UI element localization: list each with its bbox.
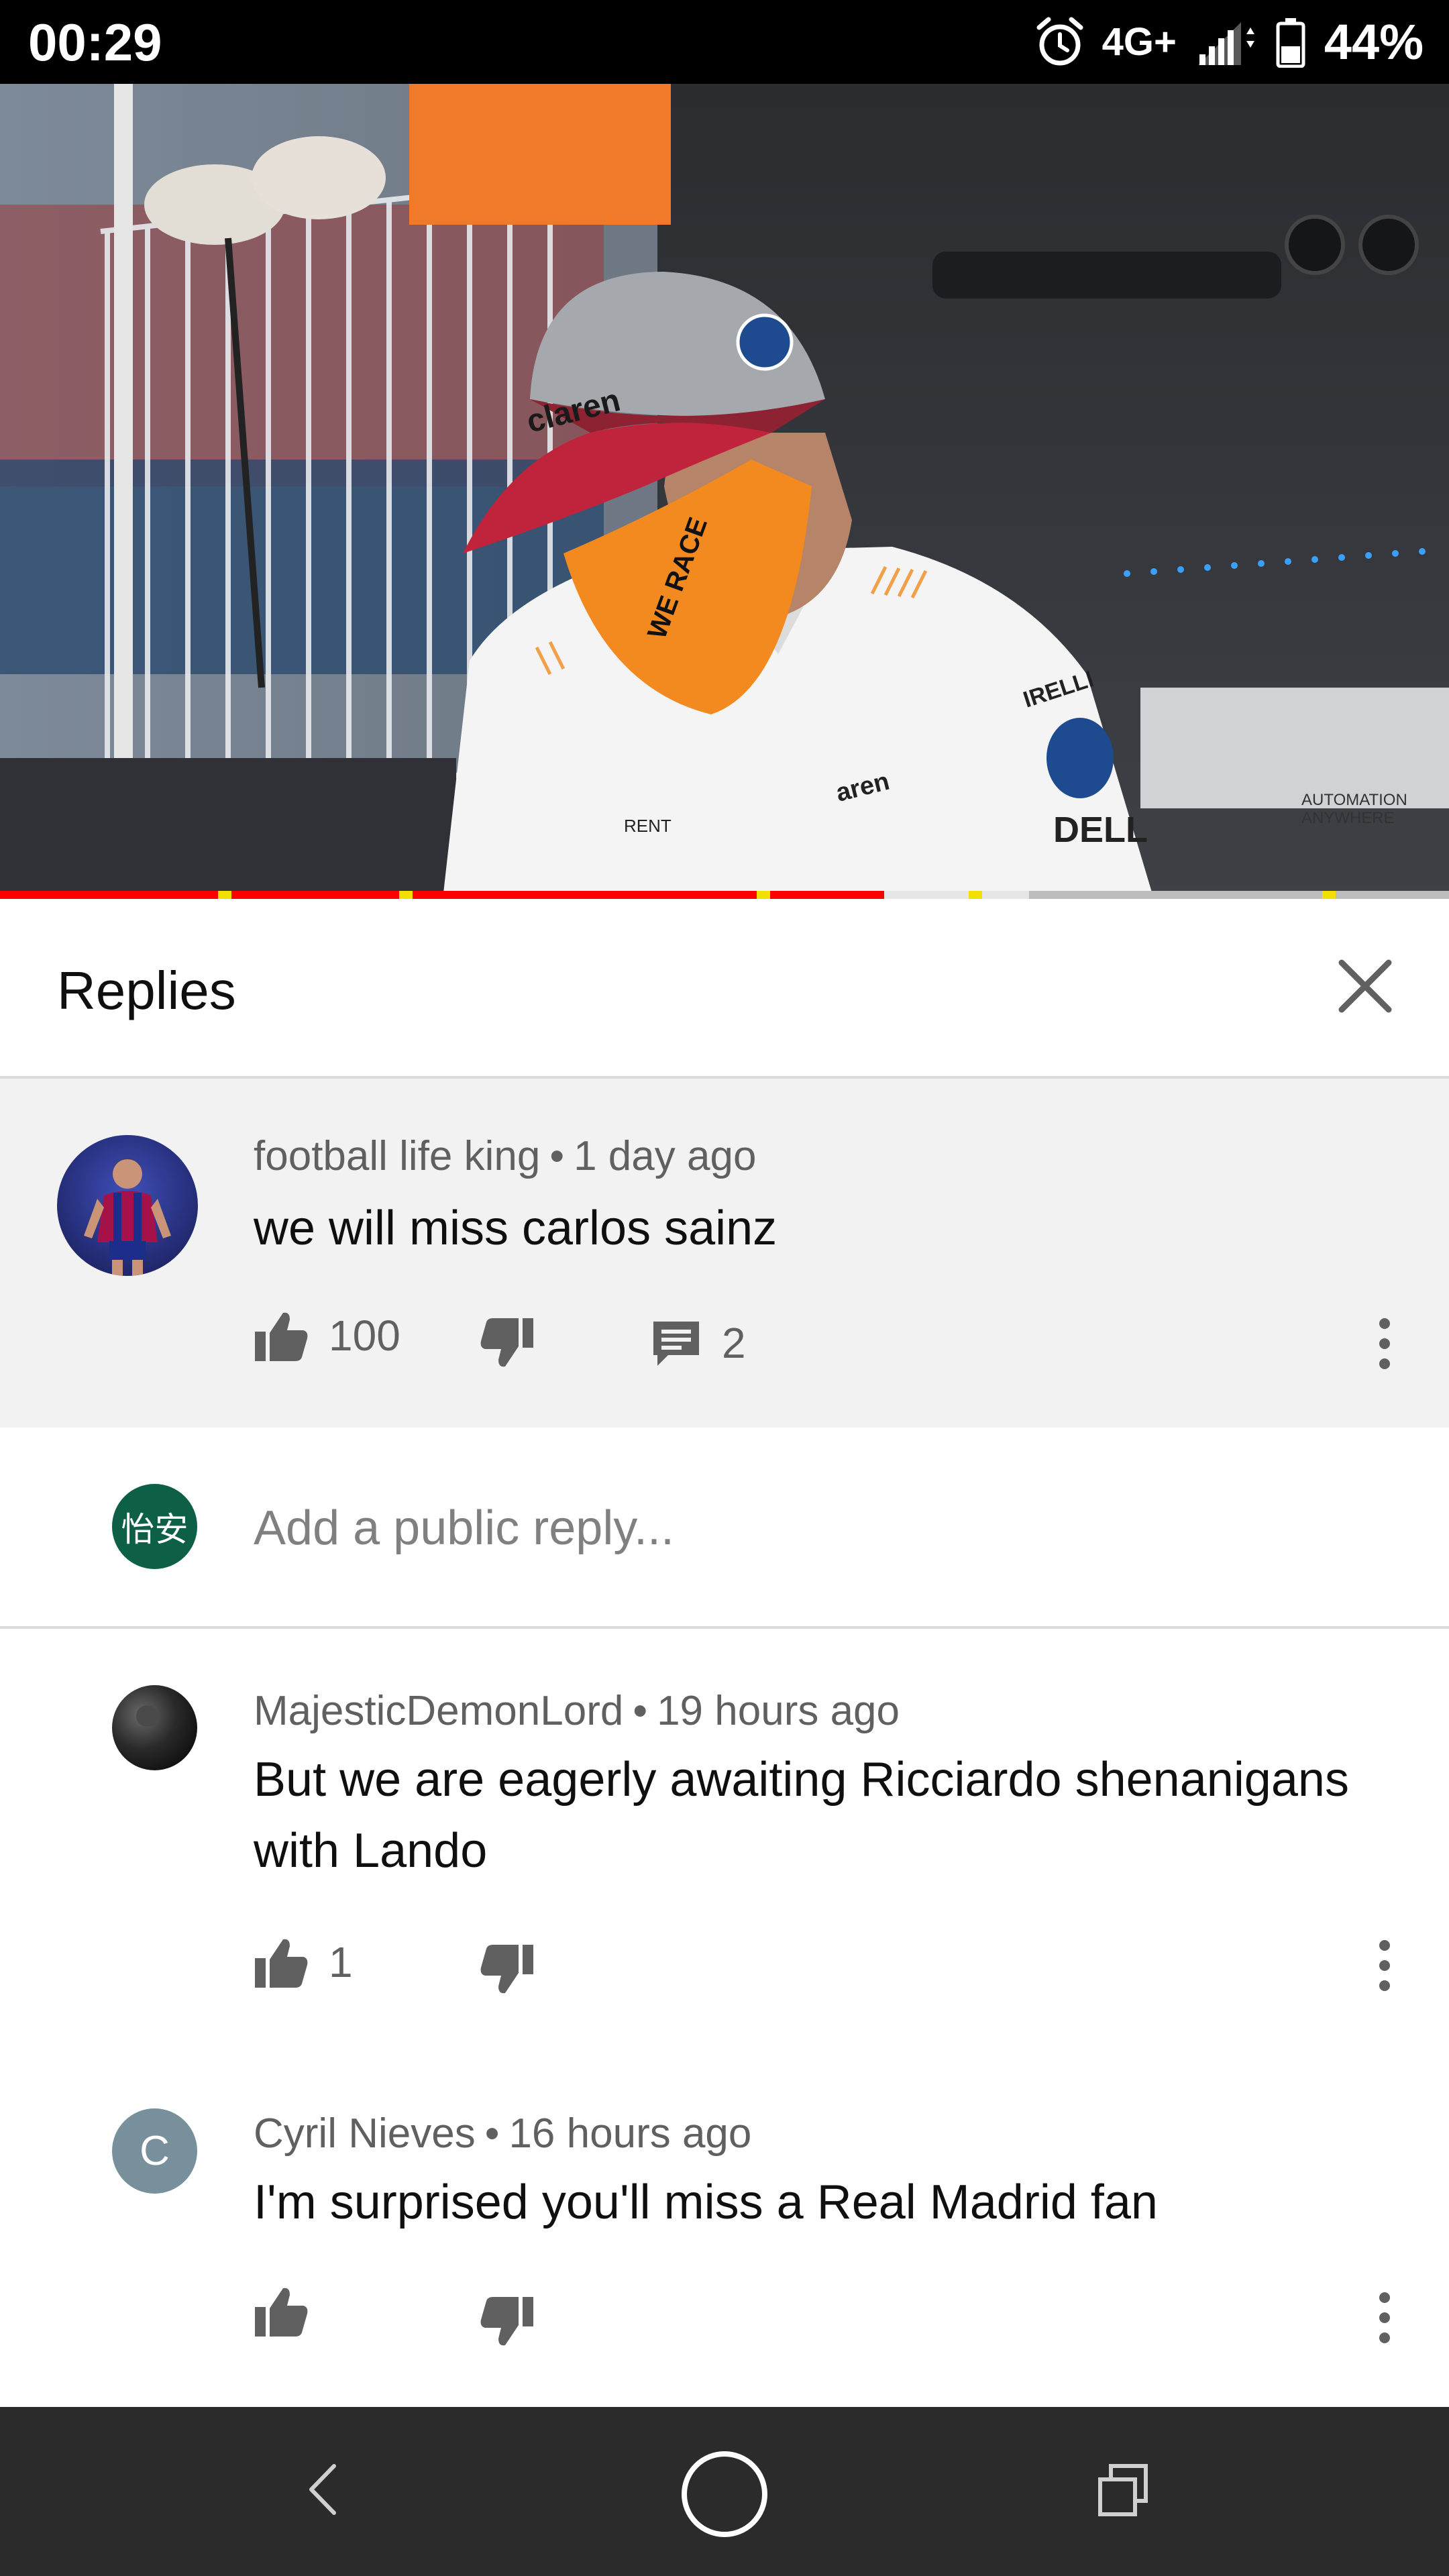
reply-count-button[interactable]: 2: [651, 1318, 746, 1368]
dislike-button[interactable]: [480, 1943, 535, 1997]
comment-author[interactable]: Cyril Nieves: [254, 2110, 476, 2157]
more-vert-icon: [1379, 2292, 1390, 2343]
comment-time: 1 day ago: [574, 1133, 757, 1179]
comment-icon: [653, 1322, 699, 1366]
dislike-button[interactable]: [480, 1317, 535, 1371]
status-time: 00:29: [28, 13, 162, 72]
back-icon[interactable]: [295, 2461, 353, 2518]
home-icon[interactable]: [679, 2449, 770, 2540]
thumbs-down-icon: [480, 1318, 533, 1367]
navigation-bar: [0, 2407, 1449, 2576]
like-count: 1: [329, 1938, 353, 1986]
avatar[interactable]: [112, 1685, 197, 1770]
thumbs-up-icon: [255, 1939, 308, 1988]
comment-text: I'm surprised you'll miss a Real Madrid …: [254, 2176, 1158, 2229]
comment-author[interactable]: football life king: [254, 1133, 540, 1179]
comment-meta: Cyril Nieves • 16 hours ago: [254, 2110, 751, 2158]
close-button[interactable]: [1335, 956, 1395, 1016]
chapter-marker: [398, 891, 413, 899]
like-button[interactable]: 100: [254, 1309, 400, 1362]
comment-meta: MajesticDemonLord • 19 hours ago: [254, 1687, 900, 1735]
video-frame: WE RACE claren DELL IRELLI aren RENT AUT…: [0, 84, 1449, 899]
svg-text:ANYWHERE: ANYWHERE: [1301, 809, 1395, 827]
comment-author[interactable]: MajesticDemonLord: [254, 1688, 623, 1734]
meta-separator: •: [633, 1688, 648, 1734]
meta-separator: •: [549, 1133, 565, 1179]
svg-text:AUTOMATION: AUTOMATION: [1301, 791, 1407, 809]
comment-meta: football life king • 1 day ago: [254, 1132, 756, 1181]
meta-separator: •: [484, 2110, 500, 2157]
avatar-letter: C: [140, 2128, 170, 2174]
thumbs-down-icon: [480, 1945, 533, 1994]
thumbs-down-icon: [480, 2297, 533, 2346]
reply-count: 2: [722, 1319, 746, 1367]
alarm-icon: [1036, 17, 1083, 66]
more-options-button[interactable]: [1371, 2288, 1398, 2348]
chapter-marker: [968, 891, 982, 899]
svg-text:DELL: DELL: [1053, 810, 1148, 850]
svg-text:RENT: RENT: [624, 816, 672, 836]
dislike-button[interactable]: [480, 2296, 535, 2349]
reply-input-row: 怡安: [0, 1428, 1449, 1629]
chapter-marker: [1322, 891, 1336, 899]
comment-time: 19 hours ago: [657, 1688, 900, 1734]
close-icon: [1338, 959, 1392, 1013]
avatar[interactable]: C: [112, 2108, 197, 2194]
more-options-button[interactable]: [1371, 1935, 1398, 1996]
battery-icon: [1276, 18, 1305, 68]
panel-title: Replies: [57, 961, 236, 1020]
like-count: 100: [329, 1311, 400, 1360]
like-button[interactable]: 1: [254, 1935, 353, 1989]
replies-header: Replies: [0, 899, 1449, 1079]
comment-time: 16 hours ago: [508, 2110, 752, 2157]
parent-comment: football life king • 1 day ago we will mis…: [0, 1079, 1449, 1428]
avatar[interactable]: [57, 1135, 198, 1276]
video-progress-bar[interactable]: [0, 891, 1449, 899]
more-vert-icon: [1379, 1940, 1390, 1991]
status-icons: 4G+ 44%: [1036, 12, 1424, 72]
status-bar: 00:29 4G+ 44%: [0, 0, 1449, 84]
battery-level: 44%: [1324, 14, 1424, 70]
thumbs-up-icon: [255, 1312, 308, 1361]
comment-text: we will miss carlos sainz: [254, 1201, 777, 1255]
video-player[interactable]: WE RACE claren DELL IRELLI aren RENT AUT…: [0, 84, 1449, 899]
more-options-button[interactable]: [1371, 1313, 1398, 1374]
recents-icon[interactable]: [1095, 2461, 1152, 2518]
signal-icon: [1197, 22, 1254, 65]
comment-text: But we are eagerly awaiting Ricciardo sh…: [254, 1753, 1349, 1878]
more-vert-icon: [1379, 1318, 1390, 1369]
like-button[interactable]: [254, 2284, 329, 2338]
progress-played: [0, 891, 884, 899]
user-avatar: 怡安: [112, 1484, 197, 1569]
network-type: 4G+: [1102, 20, 1177, 64]
chapter-marker: [757, 891, 771, 899]
chapter-marker: [217, 891, 231, 899]
reply-input[interactable]: [254, 1495, 1394, 1562]
thumbs-up-icon: [255, 2288, 308, 2337]
